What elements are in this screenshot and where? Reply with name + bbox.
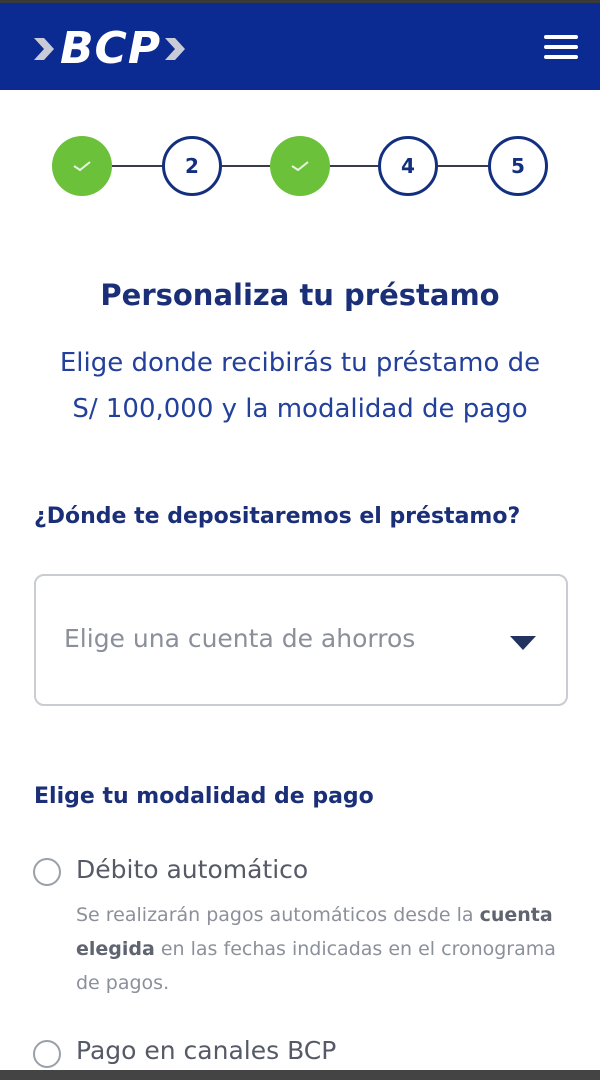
option-automatic-debit-description: Se realizarán pagos automáticos desde la… — [76, 898, 556, 1000]
chevron-down-icon — [510, 636, 536, 650]
bottom-bar — [0, 1070, 600, 1080]
step-connector — [330, 165, 378, 167]
subtitle-line-1: Elige donde recibirás tu préstamo de — [59, 348, 541, 378]
app-header: BCP — [0, 0, 600, 90]
logo-left-arrow-icon — [34, 38, 54, 60]
step-5: 5 — [488, 136, 548, 196]
step-1-completed — [52, 136, 112, 196]
page-title: Personaliza tu préstamo — [100, 278, 500, 312]
desc-text: Se realizarán pagos automáticos desde la — [76, 904, 480, 926]
step-3-completed — [270, 136, 330, 196]
checkmark-icon — [291, 161, 309, 172]
bcp-logo[interactable]: BCP — [32, 21, 189, 77]
progress-stepper: 2 4 5 — [52, 136, 548, 196]
radio-automatic-debit[interactable] — [33, 858, 61, 886]
page-subtitle: Elige donde recibirás tu préstamo de S/ … — [40, 340, 560, 432]
step-number: 2 — [185, 154, 199, 178]
hamburger-menu-icon[interactable] — [544, 35, 578, 61]
deposit-question-label: ¿Dónde te depositaremos el préstamo? — [34, 504, 521, 529]
step-connector — [112, 165, 164, 167]
savings-account-select[interactable]: Elige una cuenta de ahorros — [34, 574, 568, 706]
payment-mode-label: Elige tu modalidad de pago — [34, 784, 374, 809]
step-connector — [438, 165, 488, 167]
logo-right-arrow-icon — [165, 38, 186, 60]
select-placeholder: Elige una cuenta de ahorros — [64, 624, 416, 653]
step-number: 4 — [401, 154, 415, 178]
step-2: 2 — [162, 136, 222, 196]
option-automatic-debit-label[interactable]: Débito automático — [76, 855, 308, 884]
logo-text: BCP — [60, 23, 162, 74]
step-number: 5 — [511, 154, 525, 178]
step-connector — [222, 165, 270, 167]
option-bcp-channels-label[interactable]: Pago en canales BCP — [76, 1036, 336, 1065]
subtitle-line-2: S/ 100,000 y la modalidad de pago — [72, 394, 528, 424]
step-4: 4 — [378, 136, 438, 196]
radio-bcp-channels[interactable] — [33, 1040, 61, 1068]
checkmark-icon — [73, 161, 91, 172]
